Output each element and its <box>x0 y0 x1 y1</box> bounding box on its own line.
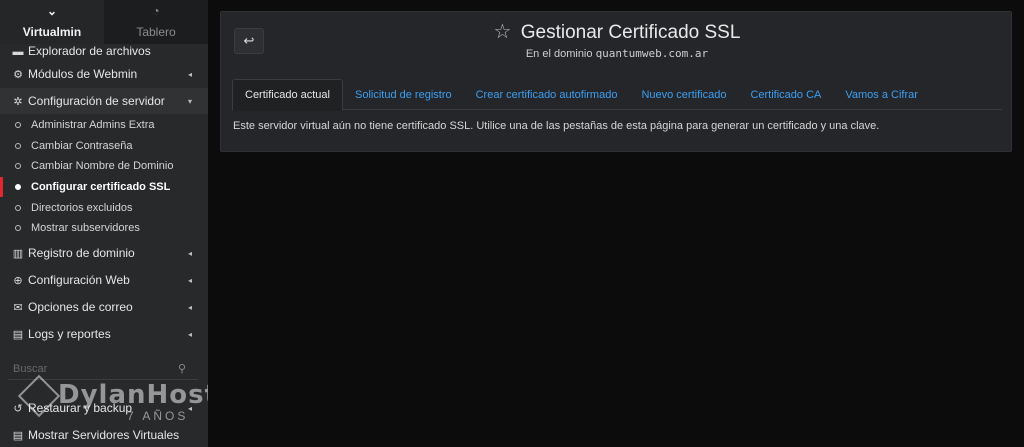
sidebar-item-label: Explorador de archivos <box>28 44 151 58</box>
subitem-change-password[interactable]: Cambiar Contraseña <box>0 136 208 156</box>
sidebar-item-label: Logs y reportes <box>28 327 111 341</box>
caret-down-icon: ▾ <box>187 96 192 106</box>
sidebar-item-list-virtual-servers[interactable]: ▤ Mostrar Servidores Virtuales <box>0 422 208 447</box>
main-panel: ↩ ☆ Gestionar Certificado SSL En el domi… <box>220 11 1012 152</box>
subitem-label: Administrar Admins Extra <box>31 119 155 131</box>
sidebar-search: ⚲ <box>8 358 198 380</box>
tab-tablero-label: Tablero <box>136 25 176 39</box>
sidebar-item-label: Opciones de correo <box>28 300 133 314</box>
subitem-ssl-certificate[interactable]: Configurar certificado SSL <box>0 177 208 197</box>
subitem-label: Cambiar Nombre de Dominio <box>31 160 174 172</box>
status-message: Este servidor virtual aún no tiene certi… <box>233 120 880 132</box>
sidebar-item-label: Configuración de servidor <box>28 94 165 108</box>
sidebar-item-label: Restaurar y backup <box>28 401 133 415</box>
sidebar-item-domain-registration[interactable]: ▥ Registro de dominio ◂ <box>0 240 208 266</box>
tabs-bar: Certificado actual Solicitud de registro… <box>232 79 1002 111</box>
sidebar-item-label: Registro de dominio <box>28 246 135 260</box>
tab-self-signed[interactable]: Crear certificado autofirmado <box>464 79 630 110</box>
sidebar-item-server-config[interactable]: ✲ Configuración de servidor ▾ <box>0 88 208 114</box>
subitem-extra-admins[interactable]: Administrar Admins Extra <box>0 115 208 135</box>
subitem-label: Mostrar subservidores <box>31 222 140 234</box>
caret-left-icon: ◂ <box>187 403 192 413</box>
page-title-text: Gestionar Certificado SSL <box>520 22 741 43</box>
subitem-excluded-dirs[interactable]: Directorios excluidos <box>0 198 208 218</box>
envelope-icon: ✉ <box>13 301 23 314</box>
bullet-icon <box>15 225 21 231</box>
chevron-down-icon: ⌄ <box>46 4 58 18</box>
globe-icon: ⊕ <box>13 274 23 287</box>
sidebar-item-mail-options[interactable]: ✉ Opciones de correo ◂ <box>0 294 208 320</box>
tab-virtualmin[interactable]: ⌄ Virtualmin <box>0 0 104 44</box>
page-title: ☆ Gestionar Certificado SSL <box>221 20 1013 45</box>
sidebar-item-label: Mostrar Servidores Virtuales <box>28 428 180 442</box>
bullet-icon <box>15 163 21 169</box>
bullet-icon <box>15 184 21 190</box>
gears-icon: ✲ <box>13 95 23 108</box>
search-icon[interactable]: ⚲ <box>173 362 191 375</box>
sidebar-item-web-config[interactable]: ⊕ Configuración Web ◂ <box>0 267 208 293</box>
tab-signing-request[interactable]: Solicitud de registro <box>343 79 464 110</box>
bullet-icon <box>15 143 21 149</box>
subitem-label: Directorios excluidos <box>31 202 133 214</box>
sidebar-item-file-manager[interactable]: ▬ Explorador de archivos <box>0 44 208 58</box>
caret-left-icon: ◂ <box>187 302 192 312</box>
tab-ca-certificate[interactable]: Certificado CA <box>738 79 833 110</box>
bullet-icon <box>15 122 21 128</box>
sidebar-item-logs-reports[interactable]: ▤ Logs y reportes ◂ <box>0 321 208 347</box>
caret-left-icon: ◂ <box>187 69 192 79</box>
sidebar-item-webmin-modules[interactable]: ⚙ Módulos de Webmin ◂ <box>0 61 208 87</box>
page-header: ☆ Gestionar Certificado SSL <box>221 20 1013 45</box>
subitem-show-subservers[interactable]: Mostrar subservidores <box>0 218 208 238</box>
subitem-label: Configurar certificado SSL <box>31 181 171 193</box>
domain-name: quantumweb.com.ar <box>595 47 709 60</box>
sidebar-item-label: Módulos de Webmin <box>28 67 138 81</box>
server-icon: ▥ <box>12 247 24 260</box>
caret-left-icon: ◂ <box>187 275 192 285</box>
sidebar: ⌄ Virtualmin ◔ Tablero ▬ Explorador de a… <box>0 0 208 447</box>
tab-current-certificate[interactable]: Certificado actual <box>232 79 343 111</box>
history-icon: ↺ <box>13 402 23 415</box>
page-subtitle: En el dominio quantumweb.com.ar <box>221 47 1013 60</box>
active-marker <box>0 177 3 197</box>
subitem-label: Cambiar Contraseña <box>31 140 133 152</box>
tab-virtualmin-label: Virtualmin <box>22 25 82 39</box>
tab-tablero[interactable]: ◔ Tablero <box>104 0 208 44</box>
search-input[interactable] <box>8 362 173 375</box>
file-icon: ▤ <box>12 328 24 341</box>
sidebar-item-backup-restore[interactable]: ↺ Restaurar y backup ◂ <box>0 395 208 421</box>
tab-lets-encrypt[interactable]: Vamos a Cifrar <box>833 79 930 110</box>
bullet-icon <box>15 205 21 211</box>
list-icon: ▤ <box>12 429 24 442</box>
dashboard-icon: ◔ <box>152 4 160 18</box>
star-icon[interactable]: ☆ <box>494 21 512 43</box>
sidebar-topbar: ⌄ Virtualmin ◔ Tablero <box>0 0 208 44</box>
subtitle-prefix: En el dominio <box>525 48 593 60</box>
subitem-change-domain[interactable]: Cambiar Nombre de Dominio <box>0 156 208 176</box>
sidebar-item-label: Configuración Web <box>28 273 130 287</box>
caret-left-icon: ◂ <box>187 248 192 258</box>
folder-icon: ▬ <box>12 46 24 58</box>
cogs-icon: ⚙ <box>13 68 23 81</box>
caret-left-icon: ◂ <box>187 329 192 339</box>
tab-new-certificate[interactable]: Nuevo certificado <box>629 79 738 110</box>
